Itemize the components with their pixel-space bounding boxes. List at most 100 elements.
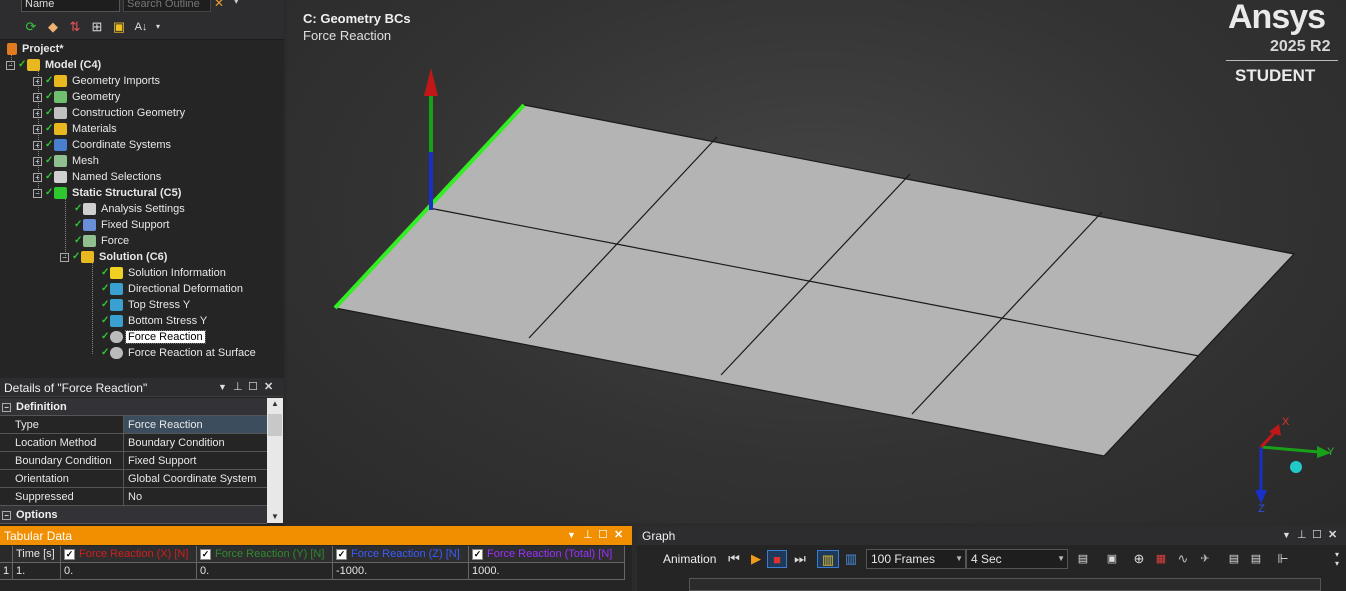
checkbox[interactable]: ✓ [472,548,483,560]
column-header-force-z[interactable]: ✓ Force Reaction (Z) [N] [333,546,469,563]
tree-node-static-structural[interactable]: − ✓ Static Structural (C5) [33,185,183,201]
chevron-down-icon[interactable]: ▾ [150,19,166,35]
tree-node-model[interactable]: − ✓ Model (C4) [6,57,103,73]
column-header-time[interactable]: Time [s] [13,546,61,563]
tree-node-construction-geometry[interactable]: + ✓ Construction Geometry [33,105,187,121]
pin-icon[interactable]: ⊥ [1297,528,1307,541]
search-outline-input[interactable]: Search Outline [123,0,211,12]
property-value[interactable]: Global Coordinate System [124,470,267,487]
tree-node-force[interactable]: ✓ Force [74,233,131,249]
column-header-force-x[interactable]: ✓ Force Reaction (X) [N] [61,546,197,563]
property-value[interactable]: Force Reaction [124,416,267,433]
tree-node-force-reaction-at-surface[interactable]: ✓ Force Reaction at Surface [101,345,258,361]
close-icon[interactable]: ✕ [1328,528,1337,541]
tree-node-solution[interactable]: − ✓ Solution (C6) [60,249,169,265]
duration-select[interactable]: 4 Sec ▼ [966,549,1068,569]
tree-node-bottom-stress-y[interactable]: ✓ Bottom Stress Y [101,313,209,329]
sort-alpha-icon[interactable]: A↓ [133,19,149,35]
expand-icon[interactable]: + [33,76,42,86]
stop-icon[interactable]: ■ [767,550,787,568]
graphics-viewport[interactable]: X Y Z C: Geometry BCs Force Reaction Ans… [287,0,1346,523]
tree-node-fixed-support[interactable]: ✓ Fixed Support [74,217,171,233]
image-icon[interactable]: ▣ [1103,550,1121,568]
collapse-icon[interactable]: − [33,188,42,198]
tree-node-project[interactable]: Project* [7,41,66,57]
dropdown-icon[interactable]: ▼ [218,382,227,392]
collapse-icon[interactable]: − [6,60,15,70]
clear-search-icon[interactable]: ✕ [214,0,224,10]
scale-icon[interactable]: ▤ [1225,550,1243,568]
checkbox[interactable]: ✓ [336,548,347,560]
previous-frame-icon[interactable]: ⏮ [725,550,743,568]
zoom-icon[interactable]: ⊕ [1130,550,1148,568]
sort-icon[interactable]: ⇅ [67,19,83,35]
tree-node-coordinate-systems[interactable]: + ✓ Coordinate Systems [33,137,173,153]
tree-node-analysis-settings[interactable]: ✓ Analysis Settings [74,201,187,217]
property-row-orientation[interactable]: Orientation Global Coordinate System [0,470,267,488]
close-icon[interactable]: ✕ [264,380,273,393]
legend-icon[interactable]: ▦ [1152,550,1170,568]
tree-node-top-stress-y[interactable]: ✓ Top Stress Y [101,297,192,313]
section-definition[interactable]: − Definition [0,398,267,416]
property-row-location-method[interactable]: Location Method Boundary Condition [0,434,267,452]
tree-node-force-reaction[interactable]: ✓ Force Reaction [101,329,206,345]
collapse-icon[interactable]: − [2,511,11,520]
tree-node-directional-deformation[interactable]: ✓ Directional Deformation [101,281,245,297]
pin-icon[interactable]: ⊥ [583,528,593,541]
table-cell[interactable]: 1000. [469,563,625,580]
property-value[interactable]: No [124,488,267,505]
export-video-icon[interactable]: ▤ [1074,550,1092,568]
table-cell[interactable]: 1. [13,563,61,580]
distributed-frames-icon[interactable]: ▥ [817,550,839,568]
tree-node-geometry-imports[interactable]: + ✓ Geometry Imports [33,73,162,89]
expand-all-icon[interactable]: ⊞ [89,19,105,35]
table-cell[interactable]: 0. [197,563,333,580]
plate-surface[interactable] [333,104,1296,457]
toolbar-overflow-icon[interactable]: ▾ ▾ [1331,550,1343,568]
property-row-suppressed[interactable]: Suppressed No [0,488,267,506]
tree-node-named-selections[interactable]: + ✓ Named Selections [33,169,163,185]
scroll-up-icon[interactable]: ▲ [267,398,283,410]
property-value[interactable]: Fixed Support [124,452,267,469]
next-frame-icon[interactable]: ⏭ [791,550,809,568]
property-value[interactable]: Boundary Condition [124,434,267,451]
table-cell[interactable]: -1000. [333,563,469,580]
section-options[interactable]: − Options [0,506,267,524]
column-header-force-total[interactable]: ✓ Force Reaction (Total) [N] [469,546,625,563]
column-header-force-y[interactable]: ✓ Force Reaction (Y) [N] [197,546,333,563]
frames-select[interactable]: 100 Frames ▼ [866,549,966,569]
property-row-type[interactable]: Type Force Reaction [0,416,267,434]
curve-icon[interactable]: ∿ [1174,550,1192,568]
maximize-icon[interactable]: ☐ [1312,528,1322,541]
expand-icon[interactable]: + [33,140,42,150]
outline-name-filter-combo[interactable]: Name [21,0,120,12]
checkbox[interactable]: ✓ [200,548,211,560]
close-icon[interactable]: ✕ [614,528,623,541]
details-scrollbar[interactable]: ▲ ▼ [267,398,283,523]
pin-icon[interactable]: ⊥ [233,380,243,393]
expand-icon[interactable]: + [33,92,42,102]
probe-display-icon[interactable]: ✈ [1196,550,1214,568]
collapse-icon[interactable]: − [2,403,11,412]
tree-node-materials[interactable]: + ✓ Materials [33,121,119,137]
dropdown-icon[interactable]: ▼ [1282,530,1291,540]
graph-plot-area[interactable] [689,578,1321,591]
play-icon[interactable]: ▶ [747,550,765,568]
expand-icon[interactable]: + [33,172,42,182]
tree-node-geometry[interactable]: + ✓ Geometry [33,89,122,105]
tree-node-solution-information[interactable]: ✓ Solution Information [101,265,228,281]
tree-node-mesh[interactable]: + ✓ Mesh [33,153,101,169]
dropdown-icon[interactable]: ▼ [567,530,576,540]
folder-icon[interactable]: ▣ [111,19,127,35]
eraser-icon[interactable]: ◆ [45,19,61,35]
expand-icon[interactable]: + [33,124,42,134]
maximize-icon[interactable]: ☐ [598,528,608,541]
search-dropdown-icon[interactable]: ▾ [234,0,239,7]
table-view-icon[interactable]: ▤ [1247,550,1265,568]
property-row-boundary-condition[interactable]: Boundary Condition Fixed Support [0,452,267,470]
expand-icon[interactable]: + [33,156,42,166]
model-view[interactable]: X Y Z [287,0,1346,523]
table-row[interactable]: 1 1. 0. 0. -1000. 1000. [0,563,625,580]
checkbox[interactable]: ✓ [64,548,75,560]
refresh-icon[interactable]: ⟳ [23,19,39,35]
